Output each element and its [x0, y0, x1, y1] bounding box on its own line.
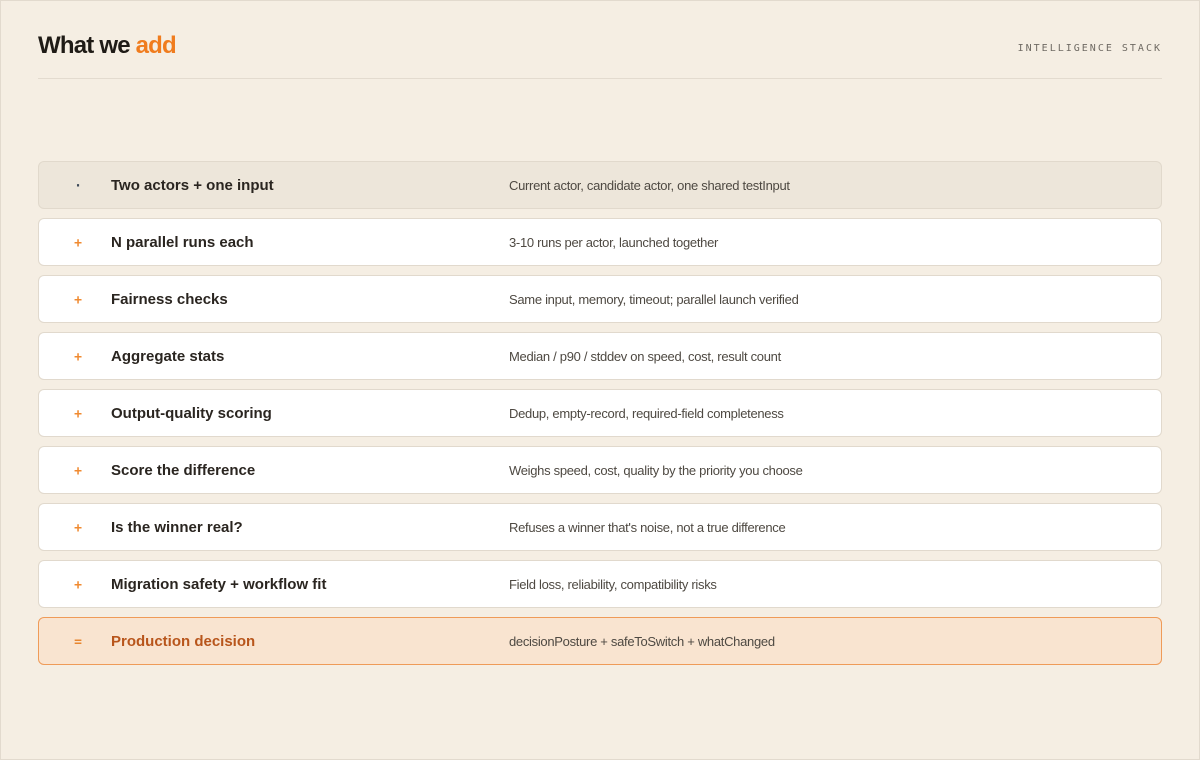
- page-title: What we add: [38, 31, 177, 61]
- row-description: Same input, memory, timeout; parallel la…: [509, 291, 799, 307]
- stack-row-parallel-runs: + N parallel runs each 3-10 runs per act…: [38, 218, 1162, 266]
- title-accent: add: [135, 32, 177, 59]
- stack-row-fairness-checks: + Fairness checks Same input, memory, ti…: [38, 275, 1162, 323]
- stack-list: · Two actors + one input Current actor, …: [38, 161, 1162, 674]
- stack-row-score-difference: + Score the difference Weighs speed, cos…: [38, 446, 1162, 494]
- title-main: What we: [38, 32, 131, 59]
- stack-row-migration-safety: + Migration safety + workflow fit Field …: [38, 560, 1162, 608]
- plus-marker: +: [74, 236, 82, 251]
- row-label: Migration safety + workflow fit: [111, 575, 327, 593]
- stack-row-production-decision: = Production decision decisionPosture + …: [38, 617, 1162, 665]
- plus-marker: +: [74, 293, 82, 308]
- plus-marker: +: [74, 350, 82, 365]
- stack-row-quality-scoring: + Output-quality scoring Dedup, empty-re…: [38, 389, 1162, 437]
- plus-marker: +: [74, 407, 82, 422]
- row-label: Fairness checks: [111, 290, 228, 308]
- dot-marker: ·: [74, 179, 82, 194]
- row-description: Current actor, candidate actor, one shar…: [509, 177, 790, 193]
- row-label: Is the winner real?: [111, 518, 243, 536]
- row-label: Score the difference: [111, 461, 256, 479]
- plus-marker: +: [74, 578, 82, 593]
- equals-marker: =: [74, 635, 82, 650]
- row-description: decisionPosture + safeToSwitch + whatCha…: [509, 633, 775, 649]
- row-label: N parallel runs each: [111, 233, 254, 251]
- row-description: Weighs speed, cost, quality by the prior…: [509, 462, 803, 478]
- stack-row-input: · Two actors + one input Current actor, …: [38, 161, 1162, 209]
- row-description: Field loss, reliability, compatibility r…: [509, 576, 717, 592]
- row-description: Dedup, empty-record, required-field comp…: [509, 405, 784, 421]
- row-label: Two actors + one input: [111, 176, 274, 194]
- row-label: Output-quality scoring: [111, 404, 272, 422]
- stack-row-winner-real: + Is the winner real? Refuses a winner t…: [38, 503, 1162, 551]
- plus-marker: +: [74, 464, 82, 479]
- row-label: Production decision: [111, 632, 256, 650]
- row-description: 3-10 runs per actor, launched together: [509, 234, 719, 250]
- row-description: Median / p90 / stddev on speed, cost, re…: [509, 348, 781, 364]
- stack-row-aggregate-stats: + Aggregate stats Median / p90 / stddev …: [38, 332, 1162, 380]
- plus-marker: +: [74, 521, 82, 536]
- header: What we add INTELLIGENCE STACK: [38, 1, 1162, 79]
- row-label: Aggregate stats: [111, 347, 225, 365]
- section-tag: INTELLIGENCE STACK: [1017, 43, 1162, 54]
- row-description: Refuses a winner that's noise, not a tru…: [509, 519, 786, 535]
